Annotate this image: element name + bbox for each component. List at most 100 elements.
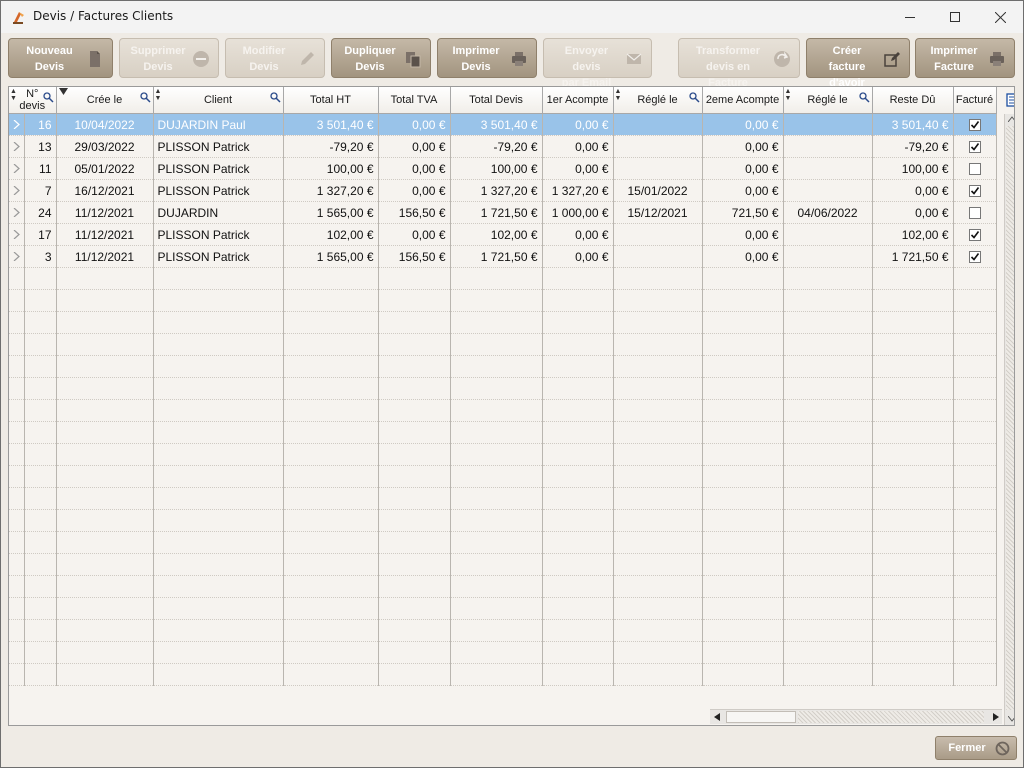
- delete-quote-button[interactable]: Supprimer Devis: [119, 38, 219, 78]
- scroll-up-icon[interactable]: [1008, 116, 1015, 122]
- invoiced-checkbox[interactable]: [968, 163, 981, 176]
- empty-cell: [613, 531, 703, 554]
- table-row[interactable]: 13 29/03/2022 PLISSON Patrick -79,20 €0,00 …: [9, 135, 997, 158]
- empty-cell: [450, 575, 543, 598]
- empty-cell: [283, 289, 379, 312]
- cell-regle1: [613, 245, 703, 268]
- header-total-devis[interactable]: Total Devis: [450, 87, 543, 114]
- duplicate-quote-button[interactable]: Dupliquer Devis: [331, 38, 431, 78]
- cell-date: 05/01/2022: [56, 157, 154, 180]
- column-chooser-icon[interactable]: [1005, 93, 1015, 107]
- empty-cell: [9, 531, 25, 554]
- empty-cell: [613, 311, 703, 334]
- empty-cell: [953, 619, 997, 642]
- header-total-tva[interactable]: Total TVA: [378, 87, 451, 114]
- cell-tva: 0,00 €: [378, 223, 451, 246]
- invoiced-checkbox[interactable]: [968, 207, 981, 220]
- header-first-deposit[interactable]: 1er Acompte: [542, 87, 614, 114]
- header-invoiced[interactable]: Facturé: [953, 87, 997, 114]
- empty-cell: [613, 553, 703, 576]
- invoiced-checkbox[interactable]: [968, 251, 981, 264]
- horizontal-scroll-track[interactable]: [798, 711, 984, 723]
- search-icon[interactable]: [858, 92, 870, 103]
- cell-acompte1: 1 327,20 €: [542, 179, 614, 202]
- header-client[interactable]: ▲ ▼ Client: [153, 87, 284, 114]
- empty-cell: [783, 641, 873, 664]
- header-num[interactable]: ▲ ▼ N° devis: [9, 87, 57, 114]
- cell-invoiced: [953, 157, 997, 180]
- search-icon[interactable]: [269, 92, 281, 103]
- minimize-button[interactable]: [887, 1, 933, 33]
- empty-cell: [613, 487, 703, 510]
- empty-cell: [542, 333, 614, 356]
- empty-cell: [542, 597, 614, 620]
- cell-invoiced: [953, 113, 997, 136]
- empty-row: [9, 311, 997, 334]
- table-row[interactable]: 11 05/01/2022 PLISSON Patrick 100,00 €0,00 …: [9, 157, 997, 180]
- row-expand-icon[interactable]: [9, 113, 25, 136]
- convert-to-invoice-button[interactable]: Transformer devis en Facture: [678, 38, 800, 89]
- quotes-grid[interactable]: ▲ ▼ N° devis Crée le ▲ ▼ Client Total HT…: [8, 86, 1015, 726]
- vertical-scroll-track[interactable]: [1006, 126, 1014, 710]
- header-balance-due[interactable]: Reste Dû: [872, 87, 954, 114]
- chevron-right-icon: [13, 229, 20, 239]
- table-row[interactable]: 3 11/12/2021 PLISSON Patrick 1 565,00 €156,…: [9, 245, 997, 268]
- row-expand-icon[interactable]: [9, 223, 25, 246]
- invoiced-checkbox[interactable]: [968, 229, 981, 242]
- row-expand-icon[interactable]: [9, 201, 25, 224]
- empty-cell: [9, 553, 25, 576]
- email-quote-button[interactable]: Envoyer devis par Email: [543, 38, 652, 89]
- empty-cell: [283, 641, 379, 664]
- invoiced-checkbox[interactable]: [968, 141, 981, 154]
- horizontal-scrollbar[interactable]: [710, 709, 1002, 724]
- cell-regle1: 15/01/2022: [613, 179, 703, 202]
- window: Devis / Factures Clients Nouveau Devis S…: [0, 0, 1024, 768]
- empty-cell: [953, 443, 997, 466]
- credit-note-button[interactable]: Créer facture d'avoir: [806, 38, 910, 89]
- scroll-right-icon[interactable]: [993, 713, 999, 721]
- header-paid-on-1[interactable]: ▲ ▼ Réglé le: [613, 87, 703, 114]
- empty-cell: [378, 575, 451, 598]
- empty-cell: [702, 377, 784, 400]
- header-total-ht[interactable]: Total HT: [283, 87, 379, 114]
- row-expand-icon[interactable]: [9, 157, 25, 180]
- header-paid-on-2[interactable]: ▲ ▼ Réglé le: [783, 87, 873, 114]
- scroll-left-icon[interactable]: [714, 713, 720, 721]
- print-quote-button[interactable]: Imprimer Devis: [437, 38, 537, 78]
- search-icon[interactable]: [139, 92, 151, 103]
- horizontal-scroll-thumb[interactable]: [726, 711, 796, 723]
- print-invoice-button[interactable]: Imprimer Facture: [915, 38, 1015, 78]
- empty-cell: [56, 465, 154, 488]
- row-expand-icon[interactable]: [9, 135, 25, 158]
- new-quote-button[interactable]: Nouveau Devis: [8, 38, 113, 78]
- invoiced-checkbox[interactable]: [968, 185, 981, 198]
- empty-cell: [450, 377, 543, 400]
- header-label: 1er Acompte: [546, 94, 609, 106]
- row-expand-icon[interactable]: [9, 179, 25, 202]
- cell-regle2: [783, 223, 873, 246]
- table-row[interactable]: 7 16/12/2021 PLISSON Patrick 1 327,20 €0,00…: [9, 179, 997, 202]
- empty-cell: [153, 487, 284, 510]
- scroll-down-icon[interactable]: [1008, 716, 1015, 722]
- close-window-button[interactable]: [977, 1, 1023, 33]
- checkmark-icon: [970, 143, 979, 152]
- table-row[interactable]: 17 11/12/2021 PLISSON Patrick 102,00 €0,00 …: [9, 223, 997, 246]
- invoiced-checkbox[interactable]: [968, 119, 981, 132]
- header-label: Client: [203, 94, 233, 106]
- table-row[interactable]: 16 10/04/2022 DUJARDIN Paul 3 501,40 €0,00 …: [9, 113, 997, 136]
- empty-cell: [153, 289, 284, 312]
- empty-cell: [872, 443, 954, 466]
- search-icon[interactable]: [688, 92, 700, 103]
- title-bar[interactable]: Devis / Factures Clients: [1, 1, 1023, 33]
- row-expand-icon[interactable]: [9, 245, 25, 268]
- empty-cell: [283, 619, 379, 642]
- empty-cell: [702, 311, 784, 334]
- header-second-deposit[interactable]: 2eme Acompte: [702, 87, 784, 114]
- maximize-button[interactable]: [932, 1, 978, 33]
- search-icon[interactable]: [42, 92, 54, 103]
- close-button[interactable]: Fermer: [935, 736, 1017, 760]
- edit-quote-button[interactable]: Modifier Devis: [225, 38, 325, 78]
- header-date[interactable]: Crée le: [56, 87, 154, 114]
- vertical-scrollbar[interactable]: [1004, 114, 1015, 725]
- table-row[interactable]: 24 11/12/2021 DUJARDIN 1 565,00 €156,50 €1 …: [9, 201, 997, 224]
